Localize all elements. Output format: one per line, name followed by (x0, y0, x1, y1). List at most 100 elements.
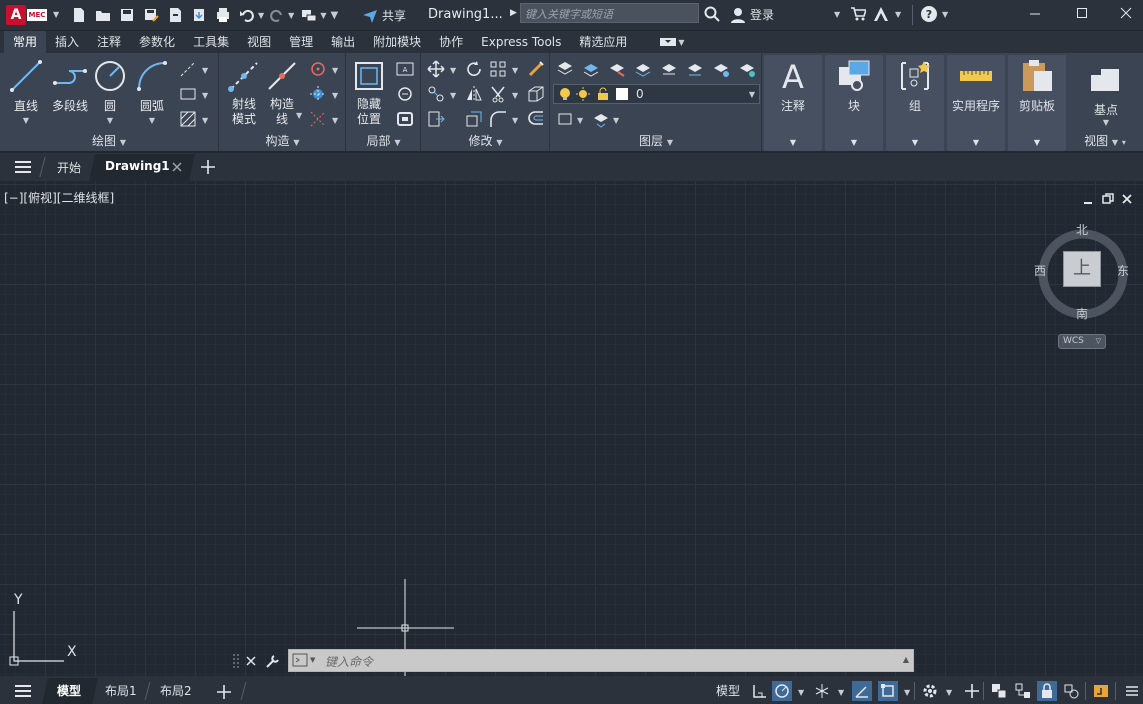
polar-tracking-icon[interactable] (852, 681, 872, 701)
command-line[interactable]: ▼ 键入命令 ▲ (288, 649, 914, 672)
new-tab-icon[interactable] (200, 159, 216, 178)
divide-icon[interactable] (308, 109, 328, 129)
3d-box-icon[interactable] (526, 84, 546, 104)
tab-start[interactable]: 开始 (57, 159, 81, 176)
new-layout-icon[interactable] (216, 684, 232, 703)
viewport-minimize-icon[interactable] (1083, 194, 1093, 208)
draw-panel-title[interactable]: 绘图 ▼ (0, 132, 218, 149)
command-grip-icon[interactable] (232, 652, 240, 673)
tab-express-tools[interactable]: Express Tools (472, 31, 570, 53)
login-button[interactable]: 登录 (730, 6, 774, 23)
redo-chevron-icon[interactable]: ▼ (288, 11, 294, 20)
share-button[interactable]: 共享 (362, 7, 406, 24)
utilities-button[interactable]: 实用程序 ▼ (947, 55, 1005, 151)
object-snap-icon[interactable] (878, 681, 898, 701)
rotate-icon[interactable] (464, 59, 484, 79)
login-chevron-icon[interactable]: ▼ (834, 10, 840, 19)
tab-addins[interactable]: 附加模块 (364, 31, 430, 53)
clipboard-button[interactable]: 剪贴板 ▼ (1008, 55, 1066, 151)
trim-icon[interactable] (488, 84, 508, 104)
export-icon[interactable] (190, 6, 208, 24)
ribbon-minimize-button[interactable]: ▼ (660, 37, 685, 47)
close-icon[interactable] (1117, 6, 1135, 24)
layers-panel-title[interactable]: 图层 ▼ (551, 132, 761, 149)
tab-layout2[interactable]: 布局2 (160, 680, 192, 702)
fillet-icon[interactable] (488, 109, 508, 129)
redo-icon[interactable] (268, 6, 286, 24)
tab-toolsets[interactable]: 工具集 (184, 31, 238, 53)
mirror-icon[interactable] (464, 84, 484, 104)
settings-gear-icon[interactable] (920, 681, 940, 701)
viewport-close-icon[interactable] (1121, 193, 1133, 208)
hardware-acceleration-icon[interactable] (1091, 681, 1111, 701)
tab-home[interactable]: 常用 (4, 31, 47, 53)
circle-button[interactable]: 圆 ▼ (88, 59, 132, 129)
make-current-icon[interactable] (555, 109, 575, 129)
compass-west[interactable]: 西 (1034, 262, 1046, 279)
group-button[interactable]: 组 ▼ (886, 55, 944, 151)
layer-properties-icon[interactable] (555, 59, 575, 79)
maximize-icon[interactable] (1073, 6, 1091, 24)
wcs-menu-button[interactable]: WCS ▽ (1058, 334, 1106, 349)
annotation-button[interactable]: A 注释 ▼ (764, 55, 822, 151)
workspace-switch-icon[interactable] (989, 681, 1009, 701)
import-icon[interactable] (166, 6, 184, 24)
help-chevron-icon[interactable]: ▼ (942, 10, 948, 19)
object-snap-chevron-icon[interactable]: ▼ (904, 688, 910, 697)
arc-button[interactable]: 圆弧 ▼ (130, 59, 174, 129)
copy-icon[interactable] (426, 84, 446, 104)
layer-unisolate-icon[interactable] (633, 59, 653, 79)
command-history-chevron-icon[interactable]: ▼ (310, 656, 315, 664)
drawing-canvas[interactable]: [−][俯视][二维线框] 上 北 南 东 西 WCS ▽ Y X (0, 181, 1143, 676)
help-icon[interactable]: ? (920, 5, 938, 26)
tab-layout1[interactable]: 布局1 (105, 680, 137, 702)
isolate-objects-icon[interactable] (1061, 681, 1081, 701)
multipoint-icon[interactable] (308, 84, 328, 104)
layer-walk-icon[interactable] (591, 109, 611, 129)
construct-panel-title[interactable]: 构造 ▼ (220, 132, 345, 149)
tab-parametric[interactable]: 参数化 (130, 31, 184, 53)
construction-line-icon[interactable] (178, 59, 198, 79)
layer-state-icon[interactable] (581, 59, 601, 79)
point-target-icon[interactable] (308, 59, 328, 79)
local-panel-title[interactable]: 局部 ▼ (347, 132, 420, 149)
save-icon[interactable] (118, 6, 136, 24)
stretch-icon[interactable] (426, 109, 446, 129)
app-menu-chevron-icon[interactable]: ▼ (53, 10, 59, 19)
tab-collaborate[interactable]: 协作 (430, 31, 472, 53)
viewport-restore-icon[interactable] (1102, 193, 1114, 208)
tab-view[interactable]: 视图 (238, 31, 280, 53)
isodraft-icon[interactable] (812, 681, 832, 701)
lock-ui-icon[interactable] (1037, 681, 1057, 701)
rectangle-icon[interactable] (178, 84, 198, 104)
layer-dropdown[interactable]: 0 ▼ (553, 84, 760, 104)
move-icon[interactable] (426, 59, 446, 79)
hatch-icon[interactable] (178, 109, 198, 129)
tab-drawing1[interactable]: Drawing1 (105, 159, 170, 173)
grid-icon[interactable] (750, 681, 770, 701)
viewcube-top-face[interactable]: 上 (1063, 251, 1101, 287)
layer-match-icon[interactable] (659, 59, 679, 79)
annotation-monitor-icon[interactable] (1013, 681, 1033, 701)
autodesk-icon[interactable] (872, 6, 890, 25)
app-logo[interactable]: A MEC (6, 5, 50, 25)
new-file-icon[interactable] (70, 6, 88, 24)
layer-previous-icon[interactable] (685, 59, 705, 79)
close-tab-icon[interactable] (172, 161, 182, 175)
tab-featured-apps[interactable]: 精选应用 (570, 31, 636, 53)
base-point-button[interactable]: 基点 ▼ (1077, 59, 1135, 129)
offset-icon[interactable] (526, 109, 546, 129)
search-input[interactable]: 键入关键字或短语 (520, 3, 699, 23)
view-panel-title[interactable]: 视图 ▼ ▾ (1069, 132, 1141, 149)
modify-panel-title[interactable]: 修改 ▼ (422, 132, 549, 149)
autodesk-chevron-icon[interactable]: ▼ (895, 10, 901, 19)
viewport-controls-label[interactable]: [−][俯视][二维线框] (4, 189, 114, 206)
tab-model[interactable]: 模型 (57, 680, 81, 702)
open-folder-icon[interactable] (94, 6, 112, 24)
regen-icon[interactable] (395, 84, 415, 104)
minimize-icon[interactable] (1026, 6, 1044, 24)
compass-north[interactable]: 北 (1076, 221, 1088, 238)
layer-isolate-icon[interactable] (607, 59, 627, 79)
tab-annotate[interactable]: 注释 (88, 31, 130, 53)
customization-menu-icon[interactable] (1122, 681, 1142, 701)
